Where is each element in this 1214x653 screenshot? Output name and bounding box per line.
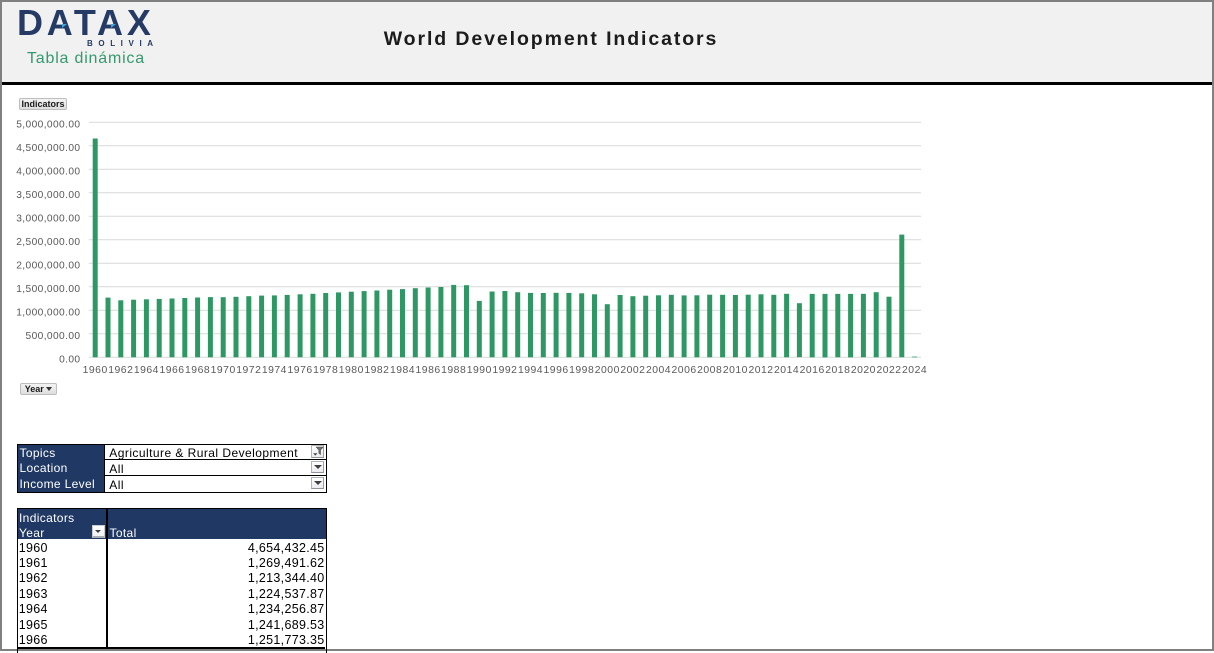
- svg-text:1984: 1984: [390, 365, 415, 376]
- svg-text:1972: 1972: [236, 365, 261, 376]
- svg-text:1962: 1962: [108, 365, 133, 376]
- svg-text:1974: 1974: [262, 365, 287, 376]
- svg-text:2010: 2010: [723, 365, 748, 376]
- svg-text:3,500,000.00: 3,500,000.00: [16, 190, 80, 201]
- svg-text:2002: 2002: [620, 365, 645, 376]
- svg-text:1960: 1960: [83, 365, 108, 376]
- svg-text:3,000,000.00: 3,000,000.00: [16, 213, 80, 224]
- svg-text:2004: 2004: [646, 365, 671, 376]
- svg-text:1978: 1978: [313, 365, 338, 376]
- svg-text:1994: 1994: [518, 365, 543, 376]
- svg-text:1986: 1986: [416, 365, 441, 376]
- svg-text:2022: 2022: [876, 365, 901, 376]
- svg-text:2,500,000.00: 2,500,000.00: [16, 237, 80, 248]
- svg-text:500,000.00: 500,000.00: [26, 331, 81, 342]
- svg-text:1980: 1980: [339, 365, 364, 376]
- svg-text:1976: 1976: [288, 365, 313, 376]
- svg-text:1966: 1966: [159, 365, 184, 376]
- svg-text:1968: 1968: [185, 365, 210, 376]
- svg-text:1,000,000.00: 1,000,000.00: [16, 307, 80, 318]
- svg-text:1982: 1982: [364, 365, 389, 376]
- svg-text:1970: 1970: [211, 365, 236, 376]
- svg-text:1964: 1964: [134, 365, 159, 376]
- svg-text:2000: 2000: [595, 365, 620, 376]
- svg-text:2016: 2016: [800, 365, 825, 376]
- svg-text:4,000,000.00: 4,000,000.00: [16, 166, 80, 177]
- svg-text:2014: 2014: [774, 365, 799, 376]
- svg-text:1988: 1988: [441, 365, 466, 376]
- svg-text:2024: 2024: [902, 365, 927, 376]
- svg-text:1996: 1996: [544, 365, 569, 376]
- svg-text:2,000,000.00: 2,000,000.00: [16, 260, 80, 271]
- svg-text:1,500,000.00: 1,500,000.00: [16, 284, 80, 295]
- svg-text:1992: 1992: [492, 365, 517, 376]
- svg-text:2018: 2018: [825, 365, 850, 376]
- svg-text:1990: 1990: [467, 365, 492, 376]
- svg-text:2006: 2006: [672, 365, 697, 376]
- svg-text:5,000,000.00: 5,000,000.00: [16, 119, 80, 130]
- svg-text:2012: 2012: [748, 365, 773, 376]
- svg-text:2008: 2008: [697, 365, 722, 376]
- svg-text:1998: 1998: [569, 365, 594, 376]
- svg-text:4,500,000.00: 4,500,000.00: [16, 143, 80, 154]
- svg-text:0.00: 0.00: [59, 354, 80, 365]
- svg-text:2020: 2020: [851, 365, 876, 376]
